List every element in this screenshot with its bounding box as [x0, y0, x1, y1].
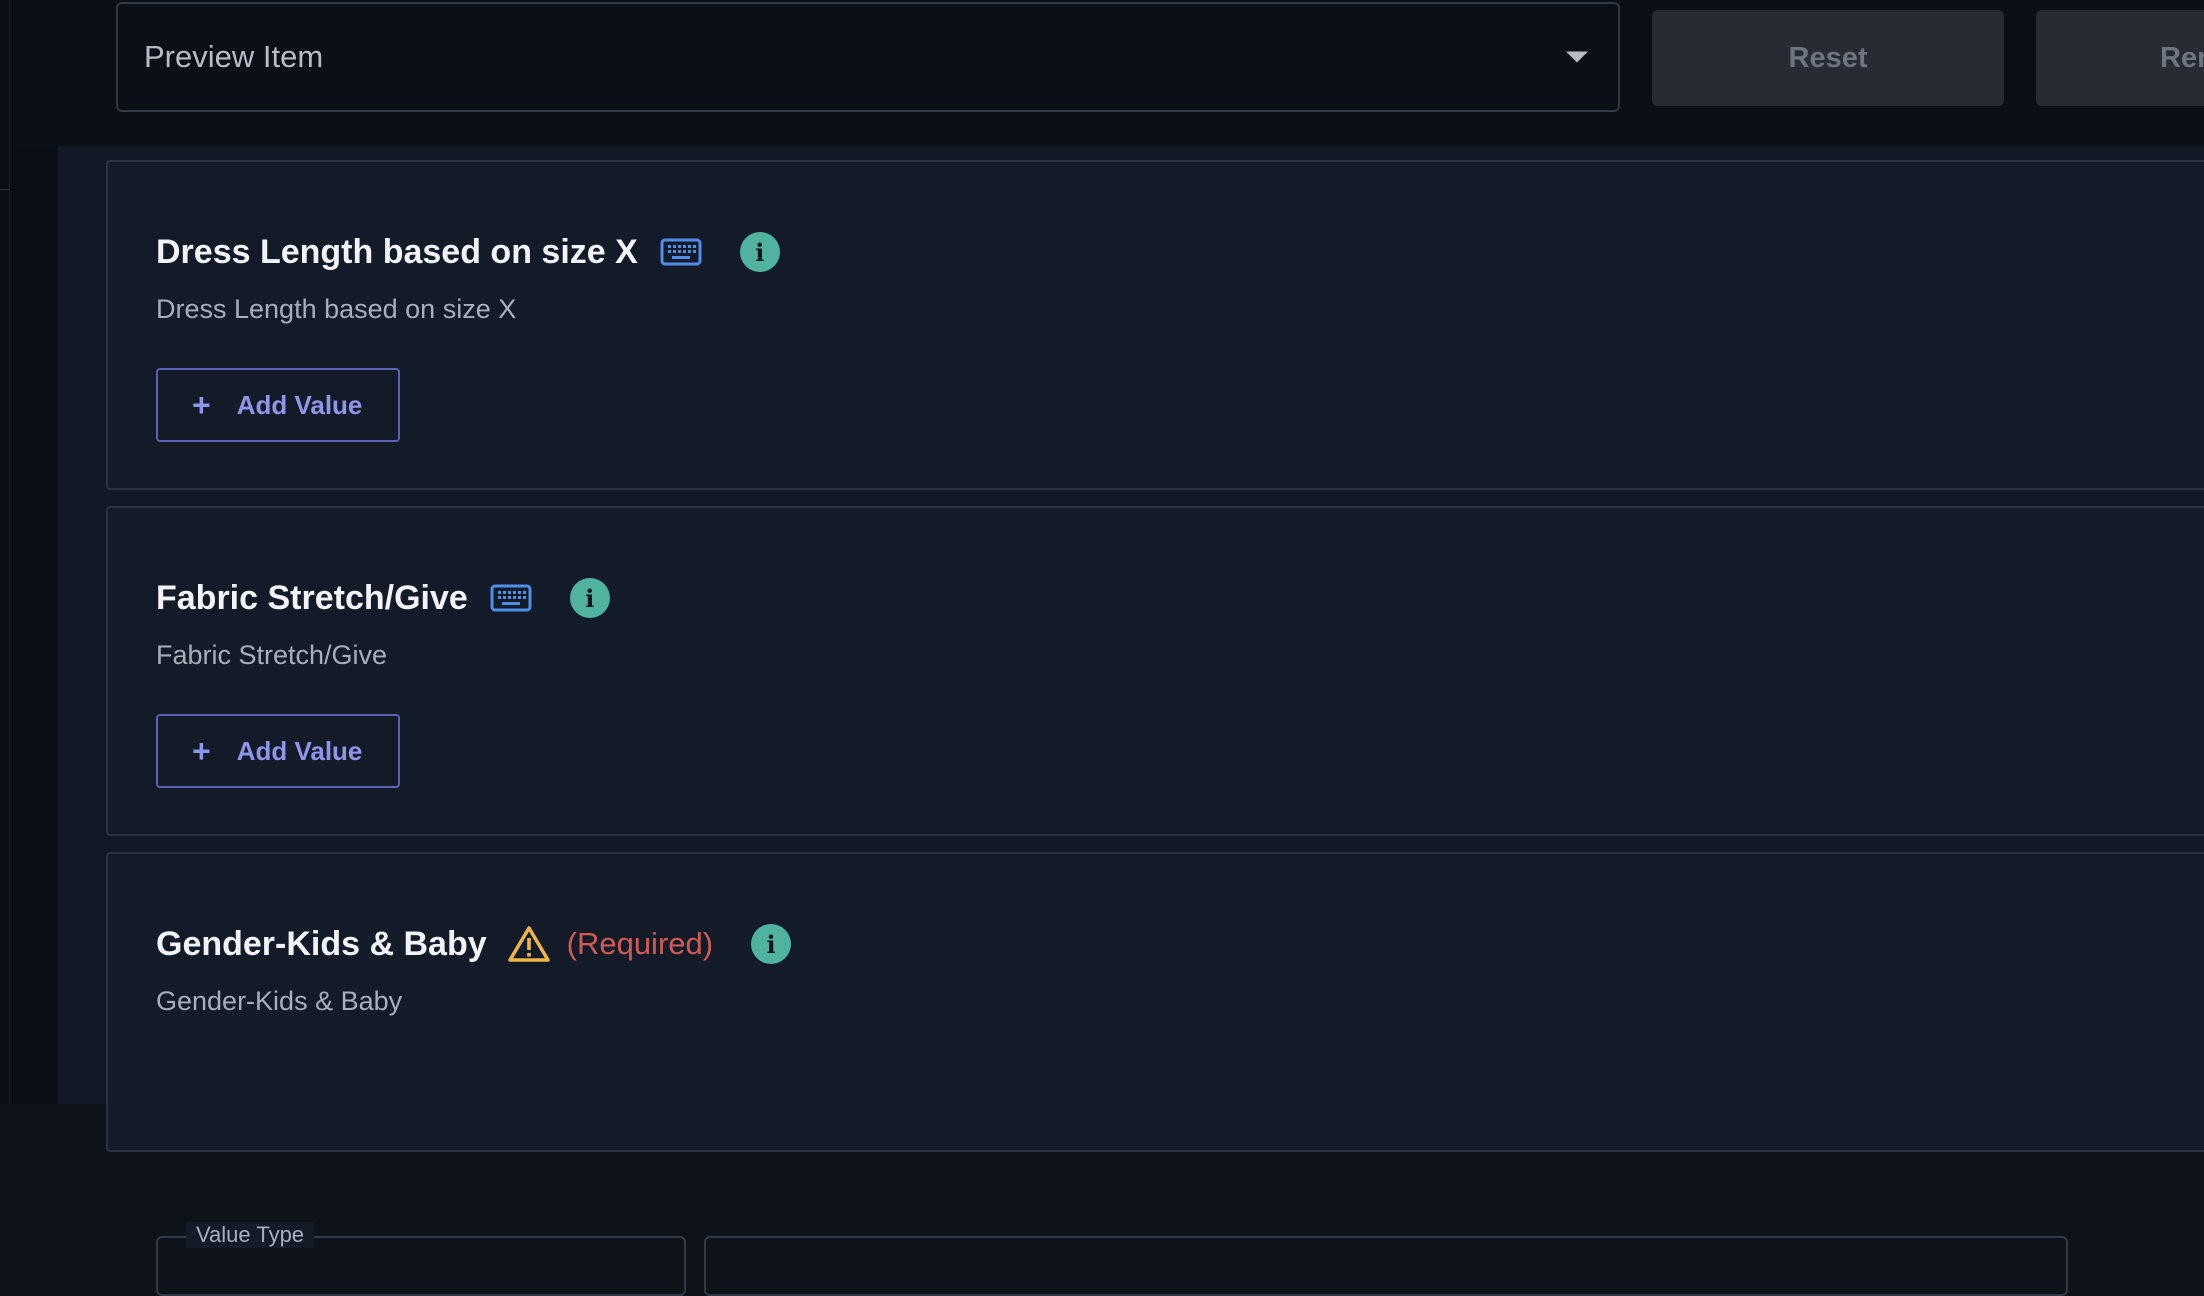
card-title: Gender-Kids & Baby — [156, 924, 487, 963]
add-value-label: Add Value — [236, 735, 363, 766]
plus-icon: + — [192, 733, 211, 769]
attribute-card-gender-kids-baby: Gender-Kids & Baby (Required) i Gender-K… — [106, 852, 2204, 1296]
keyboard-icon — [660, 238, 702, 266]
plus-icon: + — [192, 387, 211, 423]
top-toolbar: Preview Item Reset Ren — [10, 0, 2204, 146]
card-header: Gender-Kids & Baby (Required) i — [156, 920, 792, 968]
card-title: Fabric Stretch/Give — [156, 578, 468, 617]
preview-item-select[interactable]: Preview Item — [116, 2, 1620, 112]
info-icon[interactable]: i — [569, 578, 610, 618]
chevron-down-icon — [1566, 51, 1588, 63]
required-label: (Required) — [566, 926, 714, 961]
card-description: Dress Length based on size X — [156, 294, 517, 324]
attribute-card-fabric-stretch: Fabric Stretch/Give i Fabric Stretch/Giv… — [106, 506, 2204, 836]
reset-button[interactable]: Reset — [1652, 10, 2004, 106]
card-header: Fabric Stretch/Give i — [156, 574, 610, 622]
add-value-button[interactable]: + Add Value — [156, 368, 400, 442]
value-input[interactable] — [704, 1236, 2068, 1296]
add-value-button[interactable]: + Add Value — [156, 714, 400, 788]
value-type-select[interactable]: Value Type — [156, 1222, 686, 1296]
card-description: Fabric Stretch/Give — [156, 640, 388, 670]
info-icon[interactable]: i — [751, 924, 792, 964]
info-icon[interactable]: i — [739, 232, 780, 272]
left-gutter — [10, 146, 58, 1104]
keyboard-icon — [490, 584, 532, 612]
add-value-label: Add Value — [236, 389, 363, 420]
warning-icon — [507, 926, 550, 962]
main-content: Dress Length based on size X i Dress Len… — [58, 146, 2204, 1296]
card-header: Dress Length based on size X i — [156, 228, 780, 276]
value-type-label: Value Type — [186, 1222, 315, 1248]
preview-item-select-value: Preview Item — [144, 39, 324, 74]
card-description: Gender-Kids & Baby — [156, 986, 403, 1016]
rail-divider — [0, 146, 10, 190]
card-title: Dress Length based on size X — [156, 232, 638, 271]
attribute-card-dress-length: Dress Length based on size X i Dress Len… — [106, 160, 2204, 490]
ren-button[interactable]: Ren — [2036, 10, 2204, 106]
